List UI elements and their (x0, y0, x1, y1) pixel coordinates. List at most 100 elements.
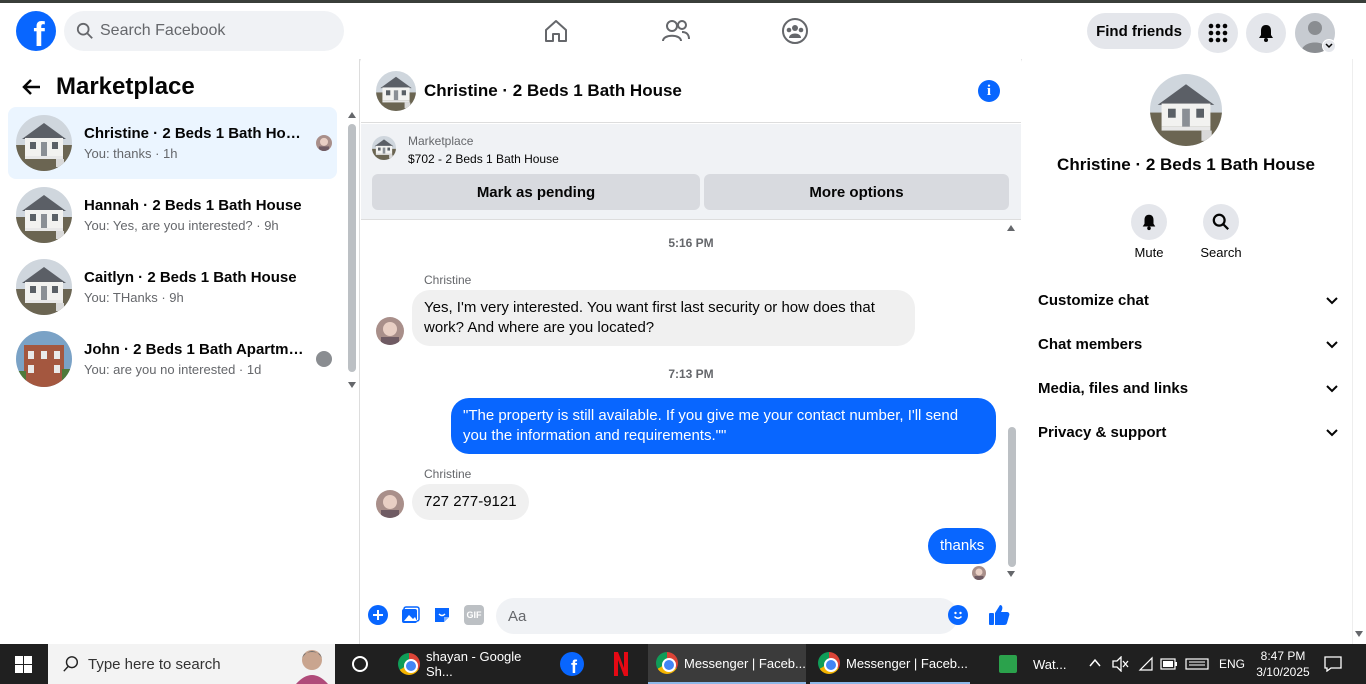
conversation-item[interactable]: John · 2 Beds 1 Bath Apartme... You: are … (8, 323, 337, 395)
windows-taskbar: Type here to search shayan - Google Sh..… (0, 644, 1366, 684)
gif-icon[interactable]: GIF (464, 605, 484, 625)
chat-title[interactable]: Christine · 2 Beds 1 Bath House (424, 81, 682, 101)
plus-icon[interactable] (368, 605, 388, 625)
clock-time: 8:47 PM (1260, 649, 1306, 663)
chat-scrollbar[interactable] (1008, 427, 1016, 567)
scroll-down-arrow[interactable] (1007, 571, 1015, 577)
conversation-item[interactable]: Christine · 2 Beds 1 Bath House You: than… (8, 107, 337, 179)
listing-title[interactable]: $702 - 2 Beds 1 Bath House (408, 152, 559, 166)
customize-chat-section[interactable]: Customize chat (1038, 292, 1338, 309)
mark-as-pending-button[interactable]: Mark as pending (372, 174, 700, 210)
taskbar-app-messenger[interactable]: Messenger | Faceb... (810, 644, 970, 684)
taskbar-app-chrome-sheets[interactable]: shayan - Google Sh... (390, 644, 550, 684)
battery-icon[interactable] (1160, 658, 1178, 673)
conversation-item[interactable]: Caitlyn · 2 Beds 1 Bath House You: THanks… (8, 251, 337, 323)
friends-icon (662, 20, 690, 42)
info-icon[interactable]: i (978, 80, 1000, 102)
chevron-down-icon (1326, 384, 1338, 392)
search-icon (63, 656, 79, 672)
search-label: Search (1200, 245, 1242, 260)
taskbar-app-label: Messenger | Faceb... (684, 655, 806, 671)
scroll-down-arrow[interactable] (348, 382, 356, 388)
taskbar-search-placeholder: Type here to search (88, 655, 221, 673)
taskbar-app-weather[interactable]: Wat... (995, 644, 1075, 684)
speaker-muted-icon[interactable] (1112, 655, 1130, 675)
groups-icon (782, 18, 808, 44)
taskbar-search[interactable]: Type here to search (48, 644, 335, 684)
menu-button[interactable] (1198, 13, 1238, 53)
listing-icon (372, 136, 396, 160)
windows-start-icon[interactable] (15, 656, 32, 676)
sender-avatar[interactable] (376, 317, 404, 345)
listing-thumbnail (16, 115, 72, 171)
conversation-name: Christine · 2 Beds 1 Bath House (84, 125, 304, 142)
sticker-icon[interactable] (432, 605, 452, 630)
media-files-links-section[interactable]: Media, files and links (1038, 380, 1338, 397)
more-options-button[interactable]: More options (704, 174, 1009, 210)
chat-details-panel: Christine · 2 Beds 1 Bath House Mute Sea… (1022, 59, 1352, 644)
incoming-message[interactable]: Yes, I'm very interested. You want first… (412, 290, 915, 346)
taskbar-app-facebook[interactable]: f (558, 644, 586, 684)
home-nav-button[interactable] (540, 15, 572, 47)
listing-thumbnail (16, 331, 72, 387)
scroll-up-arrow[interactable] (1007, 225, 1015, 231)
chat-avatar[interactable] (376, 71, 416, 111)
chat-members-section[interactable]: Chat members (1038, 336, 1338, 353)
taskbar-clock[interactable]: 8:47 PM 3/10/2025 (1255, 648, 1311, 680)
keyboard-icon[interactable] (1185, 658, 1209, 673)
find-friends-button[interactable]: Find friends (1087, 13, 1191, 49)
taskbar-app-label: shayan - Google Sh... (426, 649, 522, 679)
clock-date: 3/10/2025 (1256, 665, 1310, 679)
weather-icon (999, 655, 1017, 673)
privacy-support-section[interactable]: Privacy & support (1038, 424, 1338, 441)
notifications-button[interactable] (1246, 13, 1286, 53)
account-chevron-badge[interactable] (1322, 39, 1336, 53)
task-view-icon[interactable] (352, 656, 368, 672)
incoming-message[interactable]: 727 277-9121 (412, 484, 529, 520)
back-button[interactable] (22, 77, 42, 102)
facebook-header: f Search Facebook Find friends (0, 3, 1366, 59)
section-label: Customize chat (1038, 292, 1149, 309)
bell-icon (1142, 214, 1156, 231)
listing-thumbnail (16, 187, 72, 243)
outgoing-message[interactable]: thanks (928, 528, 997, 564)
search-facebook-input[interactable]: Search Facebook (64, 11, 344, 51)
taskbar-app-messenger-active[interactable]: Messenger | Faceb... (648, 644, 806, 684)
search-highlight-icon (296, 650, 328, 684)
search-icon (76, 22, 93, 39)
details-avatar[interactable] (1150, 74, 1222, 146)
facebook-logo[interactable]: f (16, 11, 56, 51)
conversation-list-panel: Marketplace Christine · 2 Beds 1 Bath Ho… (0, 59, 360, 644)
chevron-up-icon[interactable] (1088, 656, 1102, 673)
chrome-icon (656, 652, 678, 674)
conversation-list-scrollbar[interactable] (348, 124, 356, 372)
taskbar-app-netflix[interactable] (608, 644, 634, 684)
language-indicator[interactable]: ENG (1219, 657, 1245, 671)
outgoing-message[interactable]: "The property is still available. If you… (451, 398, 996, 454)
groups-nav-button[interactable] (779, 15, 811, 47)
notifications-center-icon[interactable] (1324, 656, 1342, 675)
conversation-preview: You: thanks · 1h (84, 146, 178, 161)
conversation-item[interactable]: Hannah · 2 Beds 1 Bath House You: Yes, ar… (8, 179, 337, 251)
listing-thumbnail (16, 259, 72, 315)
section-label: Media, files and links (1038, 380, 1189, 397)
netflix-icon (614, 652, 628, 676)
chat-header: Christine · 2 Beds 1 Bath House (361, 59, 1021, 123)
search-in-chat-button[interactable] (1203, 204, 1239, 240)
message-input[interactable]: Aa (496, 598, 958, 634)
mute-button[interactable] (1131, 204, 1167, 240)
scroll-down-arrow[interactable] (1355, 631, 1363, 637)
scroll-up-arrow[interactable] (348, 112, 356, 118)
sender-avatar[interactable] (376, 490, 404, 518)
message-sender: Christine (424, 273, 472, 287)
emoji-icon[interactable] (948, 605, 968, 625)
photo-icon[interactable] (400, 605, 420, 630)
section-label: Privacy & support (1038, 424, 1167, 441)
chrome-icon (818, 652, 840, 674)
wifi-icon[interactable] (1138, 656, 1154, 675)
chevron-down-icon (1325, 43, 1333, 49)
taskbar-app-label: Messenger | Faceb... (846, 655, 968, 671)
like-icon[interactable] (987, 603, 1011, 632)
page-scrollbar[interactable] (1352, 59, 1366, 644)
friends-nav-button[interactable] (660, 15, 692, 47)
